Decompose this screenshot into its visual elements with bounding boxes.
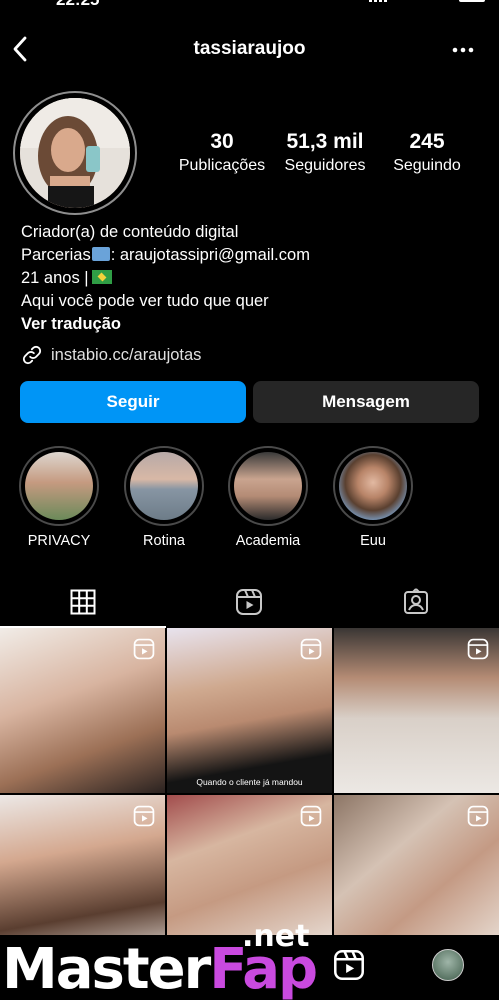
nav-reels-icon[interactable] — [333, 949, 365, 981]
email-emoji-icon — [91, 247, 110, 261]
reels-icon — [236, 589, 262, 615]
highlight-cover — [234, 452, 302, 520]
reel-badge-icon — [467, 805, 489, 827]
brazil-flag-icon — [91, 270, 112, 284]
bio-category: Criador(a) de conteúdo digital — [21, 223, 239, 241]
stat-following[interactable]: 245 Seguindo — [384, 129, 470, 177]
bio-link-text: instabio.cc/araujotas — [51, 345, 202, 364]
highlight-label: Euu — [360, 533, 386, 549]
status-time: 22:25 — [56, 0, 99, 10]
following-count: 245 — [409, 130, 445, 153]
bottom-navigation — [0, 935, 499, 1000]
followers-count: 51,3 mil — [286, 130, 364, 153]
highlight-privacy[interactable]: PRIVACY — [18, 446, 100, 549]
post-caption: Quando o cliente já mandou — [196, 777, 303, 787]
highlight-rotina[interactable]: Rotina — [123, 446, 205, 549]
translate-link[interactable]: Ver tradução — [21, 313, 491, 336]
highlight-label: Rotina — [143, 533, 185, 549]
highlight-ring — [228, 446, 308, 526]
bio-age: 21 anos | — [21, 267, 491, 290]
followers-label: Seguidores — [284, 157, 366, 174]
profile-avatar-ring[interactable] — [13, 91, 137, 215]
highlight-ring — [124, 446, 204, 526]
signal-icon — [369, 0, 387, 2]
tab-posts-grid[interactable] — [0, 578, 166, 628]
profile-bio: Criador(a) de conteúdo digital Parcerias… — [21, 221, 491, 336]
bio-link[interactable]: instabio.cc/araujotas — [21, 342, 201, 368]
reel-badge-icon — [300, 805, 322, 827]
posts-label: Publicações — [178, 157, 266, 174]
highlight-cover — [25, 452, 93, 520]
follow-button[interactable]: Seguir — [20, 381, 246, 423]
grid-post[interactable] — [0, 628, 165, 793]
grid-post[interactable]: Quando o cliente já mandou — [167, 628, 332, 793]
link-icon — [22, 345, 42, 365]
reel-badge-icon — [133, 805, 155, 827]
highlight-cover — [339, 452, 407, 520]
highlight-ring — [19, 446, 99, 526]
status-bar: 22:25 — [0, 0, 499, 20]
profile-tabs — [0, 578, 499, 628]
battery-icon — [459, 0, 485, 2]
bio-about: Aqui você pode ver tudo que quer — [21, 292, 269, 310]
highlight-ring — [333, 446, 413, 526]
nav-profile-avatar[interactable] — [432, 949, 464, 981]
tab-tagged[interactable] — [333, 578, 499, 626]
stat-followers[interactable]: 51,3 mil Seguidores — [278, 129, 372, 177]
highlight-euu[interactable]: Euu — [332, 446, 414, 549]
following-label: Seguindo — [393, 157, 461, 174]
bio-partners-prefix: Parcerias — [21, 246, 91, 264]
reel-badge-icon — [467, 638, 489, 660]
highlight-cover — [130, 452, 198, 520]
highlight-label: Academia — [235, 533, 301, 549]
highlight-academia[interactable]: Academia — [227, 446, 309, 549]
profile-username: tassiaraujoo — [193, 38, 306, 59]
bio-partners-email: : araujotassipri@gmail.com — [110, 246, 310, 264]
grid-post[interactable] — [334, 628, 499, 793]
reel-badge-icon — [133, 638, 155, 660]
message-button[interactable]: Mensagem — [253, 381, 479, 423]
stat-posts[interactable]: 30 Publicações — [175, 129, 269, 177]
reel-badge-icon — [300, 638, 322, 660]
more-horizontal-icon[interactable] — [451, 38, 475, 62]
tagged-icon — [404, 588, 428, 614]
grid-icon — [70, 589, 96, 615]
bio-age-text: 21 anos | — [21, 269, 89, 287]
highlight-label: PRIVACY — [27, 533, 91, 549]
profile-avatar — [20, 98, 130, 208]
profile-header: tassiaraujoo — [0, 30, 499, 70]
bio-partners: Parcerias : araujotassipri@gmail.com — [21, 244, 491, 267]
tab-reels[interactable] — [166, 578, 332, 626]
posts-count: 30 — [210, 130, 234, 153]
